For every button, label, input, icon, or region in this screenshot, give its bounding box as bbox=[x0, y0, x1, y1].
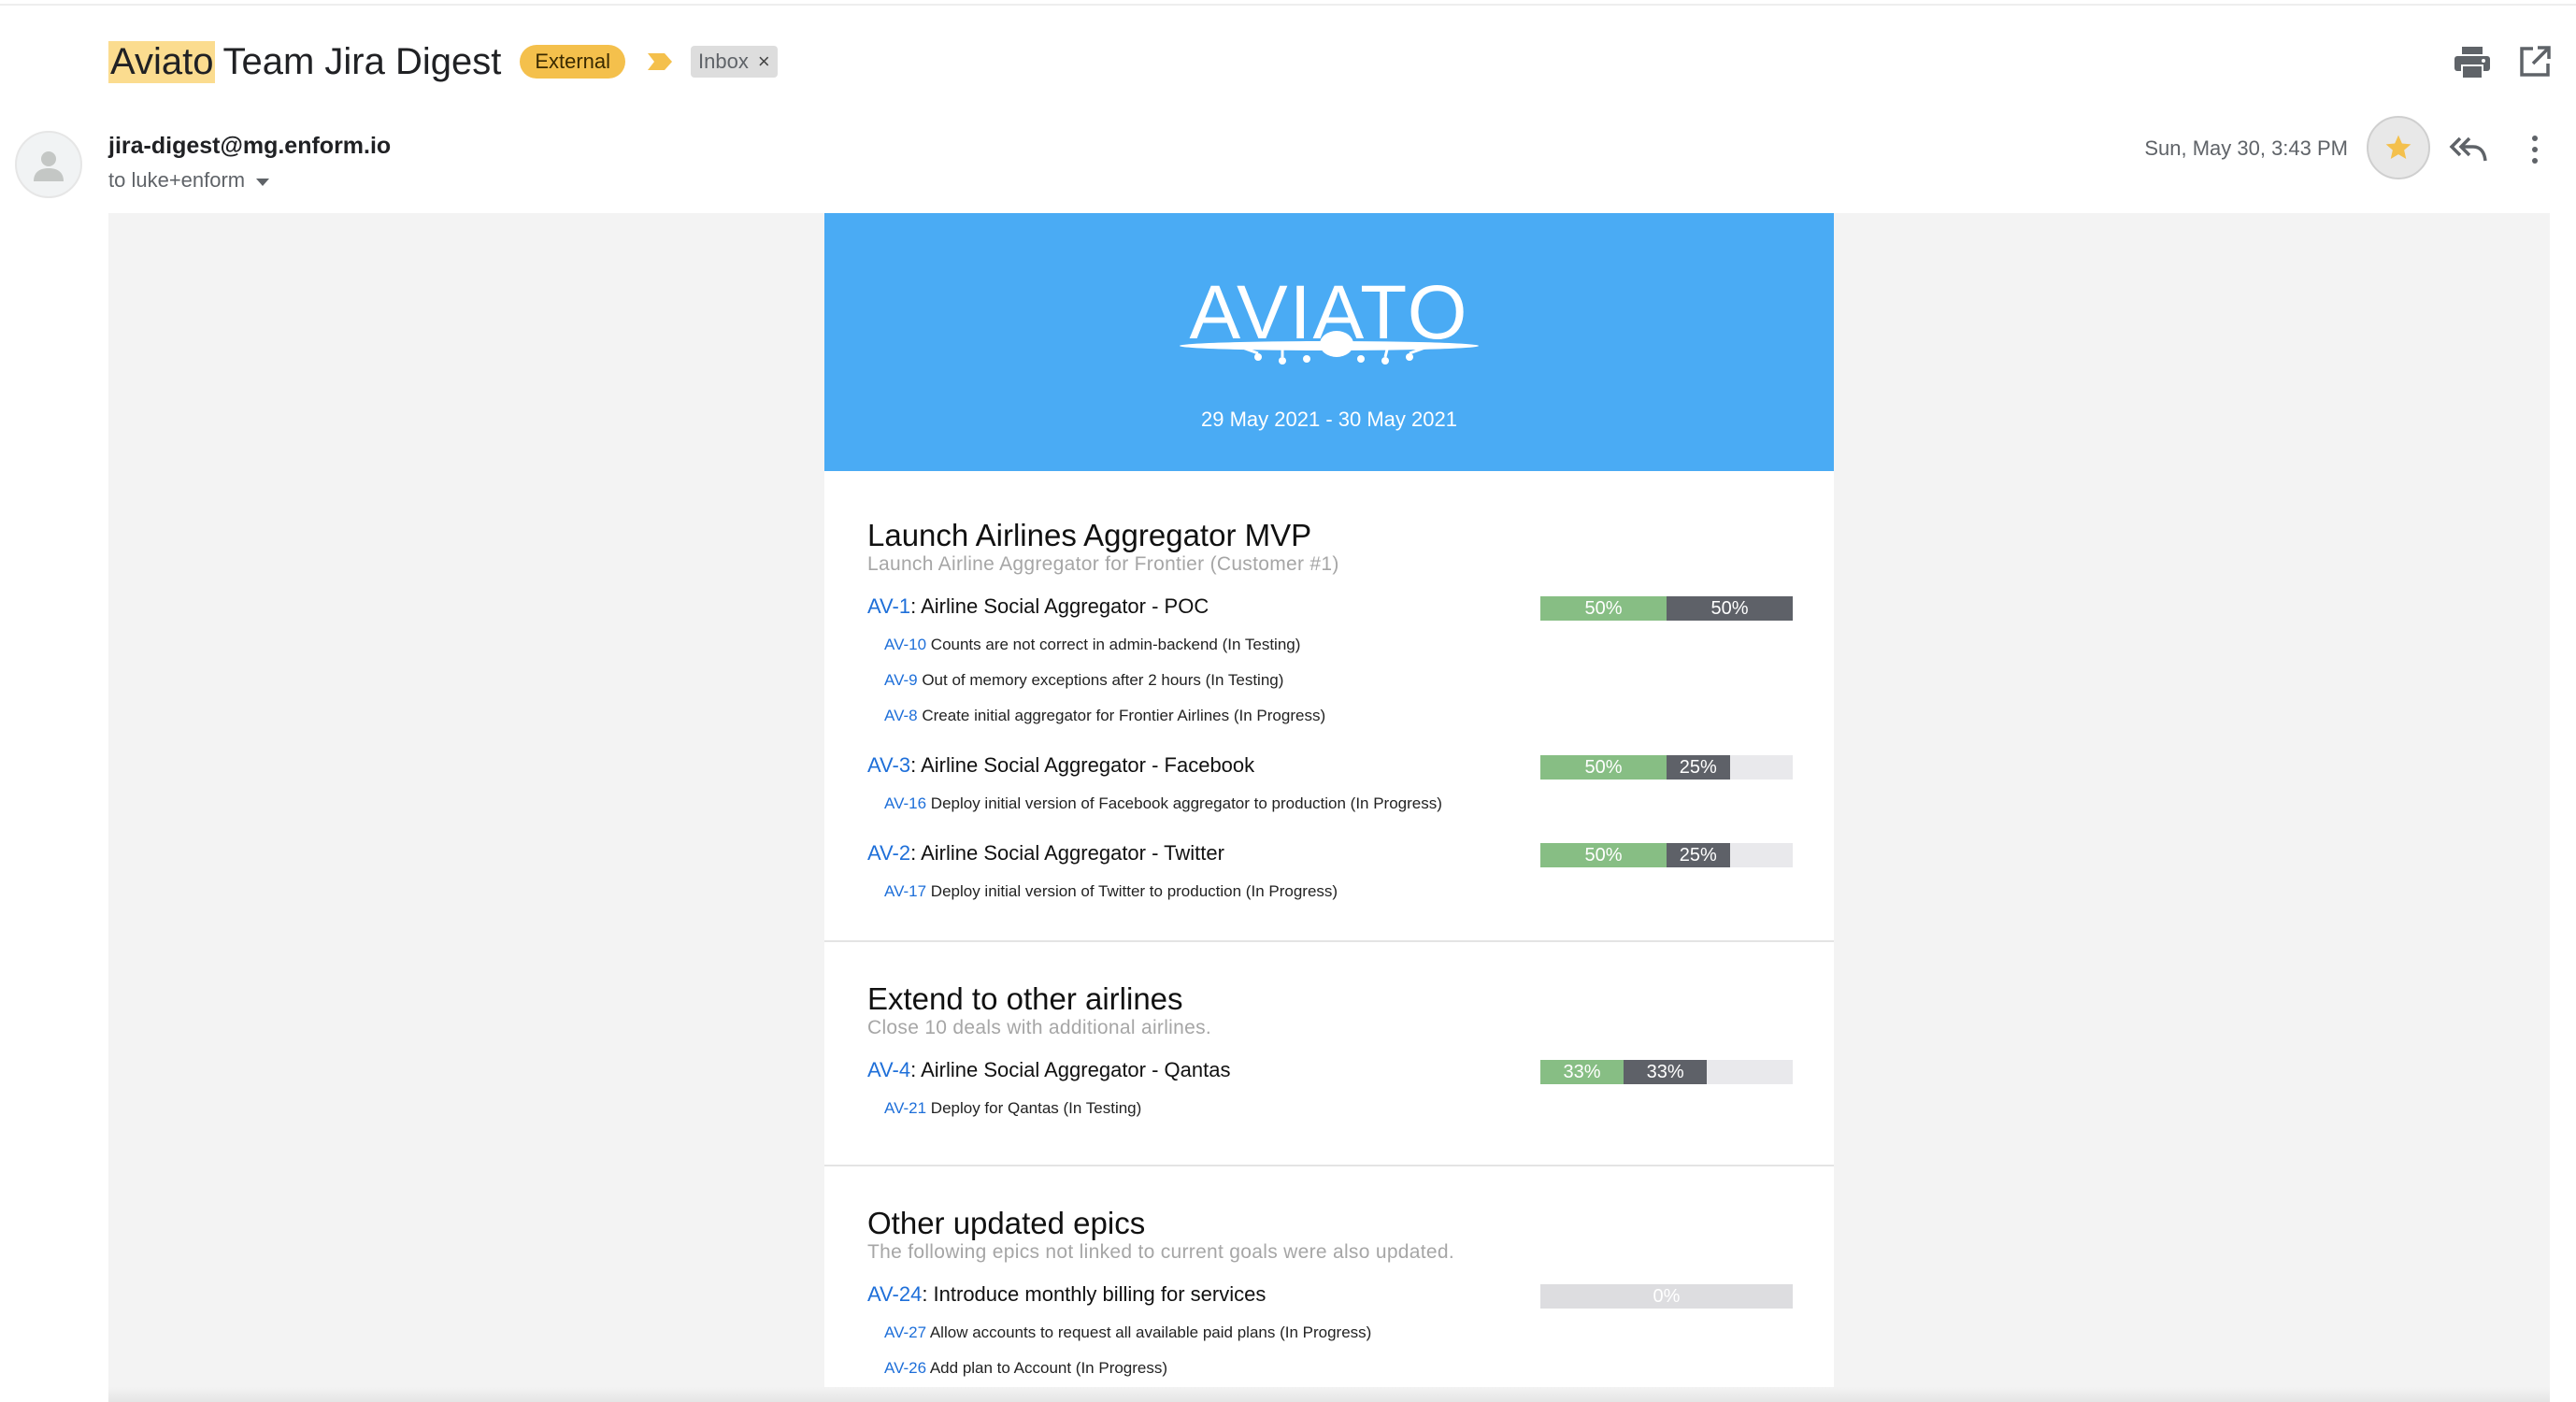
issue-row: AV-26 Add plan to Account (In Progress) bbox=[884, 1359, 1167, 1378]
epic-row: AV-2: Airline Social Aggregator - Twitte… bbox=[867, 841, 1793, 869]
section-title: Other updated epics bbox=[867, 1206, 1146, 1240]
sender-email[interactable]: jira-digest@mg.enform.io bbox=[108, 133, 391, 160]
subject-highlight: Aviato bbox=[108, 40, 216, 83]
epic-progress-bar: 50% 25% bbox=[1540, 843, 1793, 867]
email-date: Sun, May 30, 3:43 PM bbox=[2144, 136, 2348, 160]
person-icon bbox=[34, 151, 64, 181]
star-icon bbox=[2385, 135, 2411, 159]
epic-progress-bar: 0% bbox=[1540, 1284, 1793, 1309]
progress-done-segment: 50% bbox=[1540, 755, 1667, 780]
print-icon[interactable] bbox=[2453, 45, 2492, 80]
email-subject: Aviato Team Jira Digest bbox=[108, 40, 502, 83]
epic-title: : Airline Social Aggregator - Twitter bbox=[910, 841, 1224, 865]
digest-email-card: AVIATO 29 May 2021 - 30 May 2021 Launch … bbox=[824, 213, 1834, 1402]
issue-text: Create initial aggregator for Frontier A… bbox=[917, 707, 1326, 724]
remove-label-button[interactable]: × bbox=[758, 50, 770, 74]
section-title: Extend to other airlines bbox=[867, 981, 1183, 1016]
epic-key-link[interactable]: AV-3 bbox=[867, 753, 910, 777]
epic-label: AV-1: Airline Social Aggregator - POC bbox=[867, 594, 1209, 619]
top-divider bbox=[0, 0, 2576, 6]
progress-inprogress-segment: 50% bbox=[1667, 596, 1793, 621]
important-marker-icon[interactable] bbox=[646, 51, 674, 72]
epic-title: : Airline Social Aggregator - Qantas bbox=[910, 1058, 1231, 1081]
sender-avatar[interactable] bbox=[15, 131, 82, 198]
epic-label: AV-3: Airline Social Aggregator - Facebo… bbox=[867, 753, 1254, 778]
epic-key-link[interactable]: AV-1 bbox=[867, 594, 910, 618]
chevron-down-icon[interactable] bbox=[256, 179, 270, 186]
open-in-new-window-icon[interactable] bbox=[2518, 45, 2552, 79]
inbox-label-text: Inbox bbox=[698, 50, 749, 73]
recipient-text: to luke+enform bbox=[108, 168, 246, 192]
subject-row: Aviato Team Jira Digest External Inbox × bbox=[108, 36, 778, 88]
section-subtitle: The following epics not linked to curren… bbox=[867, 1241, 1454, 1263]
issue-key-link[interactable]: AV-27 bbox=[884, 1323, 926, 1341]
issue-key-link[interactable]: AV-26 bbox=[884, 1359, 926, 1377]
issue-row: AV-27 Allow accounts to request all avai… bbox=[884, 1323, 1371, 1342]
issue-row: AV-10 Counts are not correct in admin-ba… bbox=[884, 636, 1300, 654]
progress-zero-label: 0% bbox=[1653, 1285, 1681, 1307]
issue-key-link[interactable]: AV-21 bbox=[884, 1099, 926, 1117]
issue-row: AV-16 Deploy initial version of Facebook… bbox=[884, 794, 1442, 813]
issue-text: Counts are not correct in admin-backend … bbox=[926, 636, 1301, 653]
epic-title: : Airline Social Aggregator - Facebook bbox=[910, 753, 1255, 777]
section-subtitle: Launch Airline Aggregator for Frontier (… bbox=[867, 553, 1339, 575]
epic-key-link[interactable]: AV-4 bbox=[867, 1058, 910, 1081]
other-epics-section: Other updated epics The following epics … bbox=[824, 1166, 1834, 1402]
epic-label: AV-24: Introduce monthly billing for ser… bbox=[867, 1282, 1266, 1307]
progress-inprogress-segment: 25% bbox=[1667, 755, 1730, 780]
section-subtitle: Close 10 deals with additional airlines. bbox=[867, 1017, 1212, 1038]
issue-row: AV-17 Deploy initial version of Twitter … bbox=[884, 882, 1338, 901]
star-button[interactable] bbox=[2367, 116, 2430, 179]
epic-title: : Airline Social Aggregator - POC bbox=[910, 594, 1209, 618]
progress-done-segment: 50% bbox=[1540, 596, 1667, 621]
epic-key-link[interactable]: AV-2 bbox=[867, 841, 910, 865]
issue-text: Deploy initial version of Twitter to pro… bbox=[926, 882, 1338, 900]
issue-text: Deploy initial version of Facebook aggre… bbox=[926, 794, 1442, 812]
aviato-logo: AVIATO bbox=[1180, 270, 1479, 365]
external-label-badge: External bbox=[520, 45, 626, 79]
epic-progress-bar: 50% 50% bbox=[1540, 596, 1793, 621]
epic-row: AV-4: Airline Social Aggregator - Qantas… bbox=[867, 1058, 1793, 1086]
issue-row: AV-8 Create initial aggregator for Front… bbox=[884, 707, 1325, 725]
issue-text: Out of memory exceptions after 2 hours (… bbox=[917, 671, 1284, 689]
digest-date-range: 29 May 2021 - 30 May 2021 bbox=[1201, 408, 1457, 431]
issue-key-link[interactable]: AV-8 bbox=[884, 707, 918, 724]
issue-text: Allow accounts to request all available … bbox=[926, 1323, 1372, 1341]
more-vertical-icon[interactable] bbox=[2524, 133, 2546, 166]
epic-label: AV-4: Airline Social Aggregator - Qantas bbox=[867, 1058, 1230, 1082]
issue-text: Add plan to Account (In Progress) bbox=[926, 1359, 1168, 1377]
progress-done-segment: 50% bbox=[1540, 843, 1667, 867]
recipient-line[interactable]: to luke+enform bbox=[108, 168, 270, 193]
issue-key-link[interactable]: AV-16 bbox=[884, 794, 926, 812]
epic-progress-bar: 50% 25% bbox=[1540, 755, 1793, 780]
issue-key-link[interactable]: AV-10 bbox=[884, 636, 926, 653]
bottom-fade bbox=[108, 1387, 2550, 1402]
section-title: Launch Airlines Aggregator MVP bbox=[867, 518, 1312, 552]
issue-row: AV-9 Out of memory exceptions after 2 ho… bbox=[884, 671, 1283, 690]
progress-done-segment: 33% bbox=[1540, 1060, 1624, 1084]
epic-row: AV-1: Airline Social Aggregator - POC 50… bbox=[867, 594, 1793, 622]
goal-section: Launch Airlines Aggregator MVP Launch Ai… bbox=[824, 471, 1834, 942]
issue-row: AV-21 Deploy for Qantas (In Testing) bbox=[884, 1099, 1141, 1118]
inbox-label-badge[interactable]: Inbox × bbox=[691, 46, 778, 78]
issue-text: Deploy for Qantas (In Testing) bbox=[926, 1099, 1142, 1117]
epic-row: AV-24: Introduce monthly billing for ser… bbox=[867, 1282, 1793, 1310]
epic-row: AV-3: Airline Social Aggregator - Facebo… bbox=[867, 753, 1793, 781]
reply-all-icon[interactable] bbox=[2449, 133, 2488, 165]
progress-inprogress-segment: 25% bbox=[1667, 843, 1730, 867]
subject-text: Team Jira Digest bbox=[222, 40, 502, 82]
epic-label: AV-2: Airline Social Aggregator - Twitte… bbox=[867, 841, 1224, 866]
issue-key-link[interactable]: AV-9 bbox=[884, 671, 918, 689]
progress-inprogress-segment: 33% bbox=[1624, 1060, 1708, 1084]
epic-title: : Introduce monthly billing for services bbox=[922, 1282, 1267, 1306]
goal-section: Extend to other airlines Close 10 deals … bbox=[824, 942, 1834, 1166]
issue-key-link[interactable]: AV-17 bbox=[884, 882, 926, 900]
epic-key-link[interactable]: AV-24 bbox=[867, 1282, 922, 1306]
header-banner: AVIATO 29 May 2021 - 30 May 2021 bbox=[824, 213, 1834, 471]
epic-progress-bar: 33% 33% bbox=[1540, 1060, 1793, 1084]
